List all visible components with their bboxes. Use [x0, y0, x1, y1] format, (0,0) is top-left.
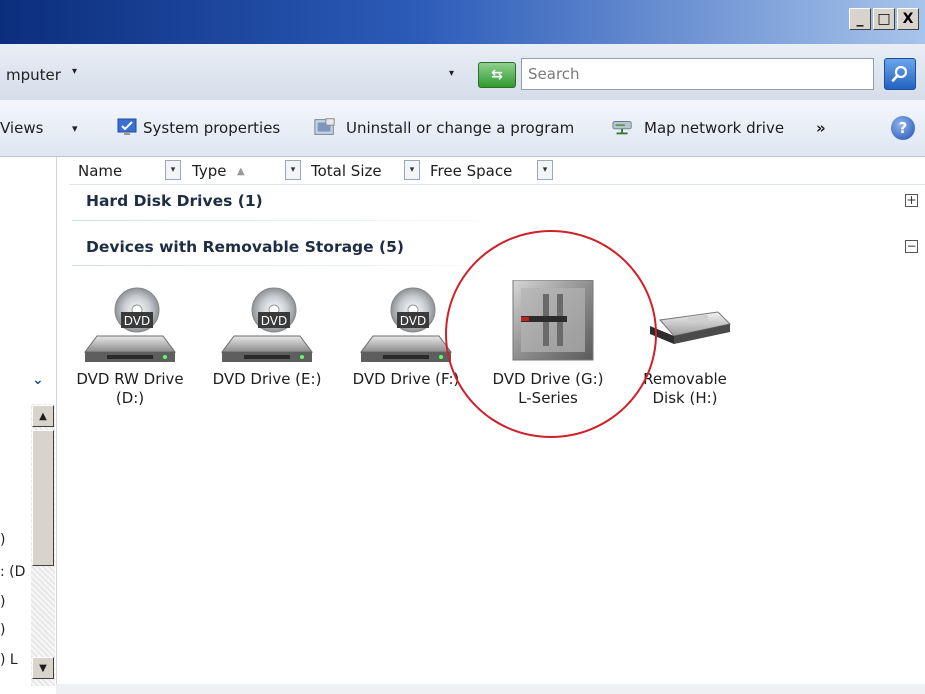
highlight-circle-annotation — [445, 230, 657, 438]
status-bar — [56, 684, 925, 694]
scrollbar-thumb[interactable] — [32, 430, 54, 566]
nav-item-fragment[interactable]: ) L — [0, 652, 18, 668]
collapse-group-button[interactable]: − — [905, 240, 918, 253]
column-total-size[interactable]: Total Size — [311, 158, 382, 184]
sort-ascending-icon: ▲ — [237, 165, 245, 177]
drive-label: DVD Drive (E:) — [212, 370, 322, 388]
system-properties-icon — [116, 117, 138, 137]
help-button[interactable]: ? — [891, 116, 915, 140]
map-network-drive-icon — [612, 117, 634, 137]
group-divider — [72, 265, 532, 266]
drive-item-d[interactable]: DVD DVD RW Drive (D:) — [71, 280, 189, 408]
views-dropdown-icon[interactable]: ▾ — [72, 122, 78, 135]
dvd-badge: DVD — [261, 314, 287, 328]
search-input[interactable] — [521, 58, 874, 90]
chevron-down-icon[interactable]: ⌄ — [32, 372, 44, 388]
group-removable-storage[interactable]: Devices with Removable Storage (5) — [86, 238, 404, 256]
address-path[interactable]: mputer — [6, 66, 61, 84]
views-button[interactable]: Views — [0, 119, 43, 137]
title-bar[interactable] — [0, 0, 925, 44]
drive-label: Disk (H:) — [652, 389, 718, 407]
column-free-space[interactable]: Free Space — [430, 158, 512, 184]
refresh-button[interactable]: ⇆ — [478, 62, 516, 88]
column-filter-dropdown[interactable]: ▾ — [404, 160, 420, 180]
column-name[interactable]: Name — [78, 158, 122, 184]
drive-label: (D:) — [115, 389, 145, 407]
nav-item-fragment[interactable]: ) — [0, 622, 5, 638]
history-dropdown-icon[interactable]: ▾ — [449, 68, 454, 79]
system-properties-button[interactable]: System properties — [143, 119, 280, 137]
nav-item-fragment[interactable]: : (D — [0, 564, 25, 580]
scroll-down-button[interactable]: ▼ — [32, 657, 54, 679]
column-filter-dropdown[interactable]: ▾ — [165, 160, 181, 180]
map-network-drive-button[interactable]: Map network drive — [644, 119, 784, 137]
dvd-drive-icon: DVD — [212, 280, 322, 370]
address-chevron-down-icon[interactable]: ▾ — [72, 66, 77, 77]
column-filter-dropdown[interactable]: ▾ — [537, 160, 553, 180]
maximize-button[interactable]: □ — [873, 8, 895, 30]
dvd-drive-icon: DVD — [75, 280, 185, 370]
minimize-button[interactable]: _ — [849, 8, 871, 30]
close-button[interactable]: X — [897, 8, 919, 30]
column-filter-dropdown[interactable]: ▾ — [285, 160, 301, 180]
scroll-up-button[interactable]: ▲ — [32, 405, 54, 427]
nav-item-fragment[interactable]: ) — [0, 594, 5, 610]
uninstall-program-icon — [314, 117, 336, 137]
refresh-icon: ⇆ — [491, 67, 503, 83]
dvd-badge: DVD — [400, 314, 426, 328]
uninstall-program-button[interactable]: Uninstall or change a program — [346, 119, 574, 137]
expand-group-button[interactable]: + — [905, 194, 918, 207]
group-hard-disk-drives[interactable]: Hard Disk Drives (1) — [86, 192, 263, 210]
column-type[interactable]: Type — [192, 158, 226, 184]
help-icon: ? — [898, 119, 908, 137]
nav-item-fragment[interactable]: ) — [0, 532, 5, 548]
drive-label: DVD Drive (F:) — [352, 370, 460, 388]
drive-item-e[interactable]: DVD DVD Drive (E:) — [208, 280, 326, 389]
search-button[interactable] — [884, 58, 916, 90]
group-divider — [72, 220, 532, 221]
drive-label: DVD RW Drive — [76, 370, 184, 388]
more-commands-icon[interactable]: » — [816, 119, 826, 137]
dvd-badge: DVD — [124, 314, 150, 328]
search-icon — [891, 65, 908, 82]
